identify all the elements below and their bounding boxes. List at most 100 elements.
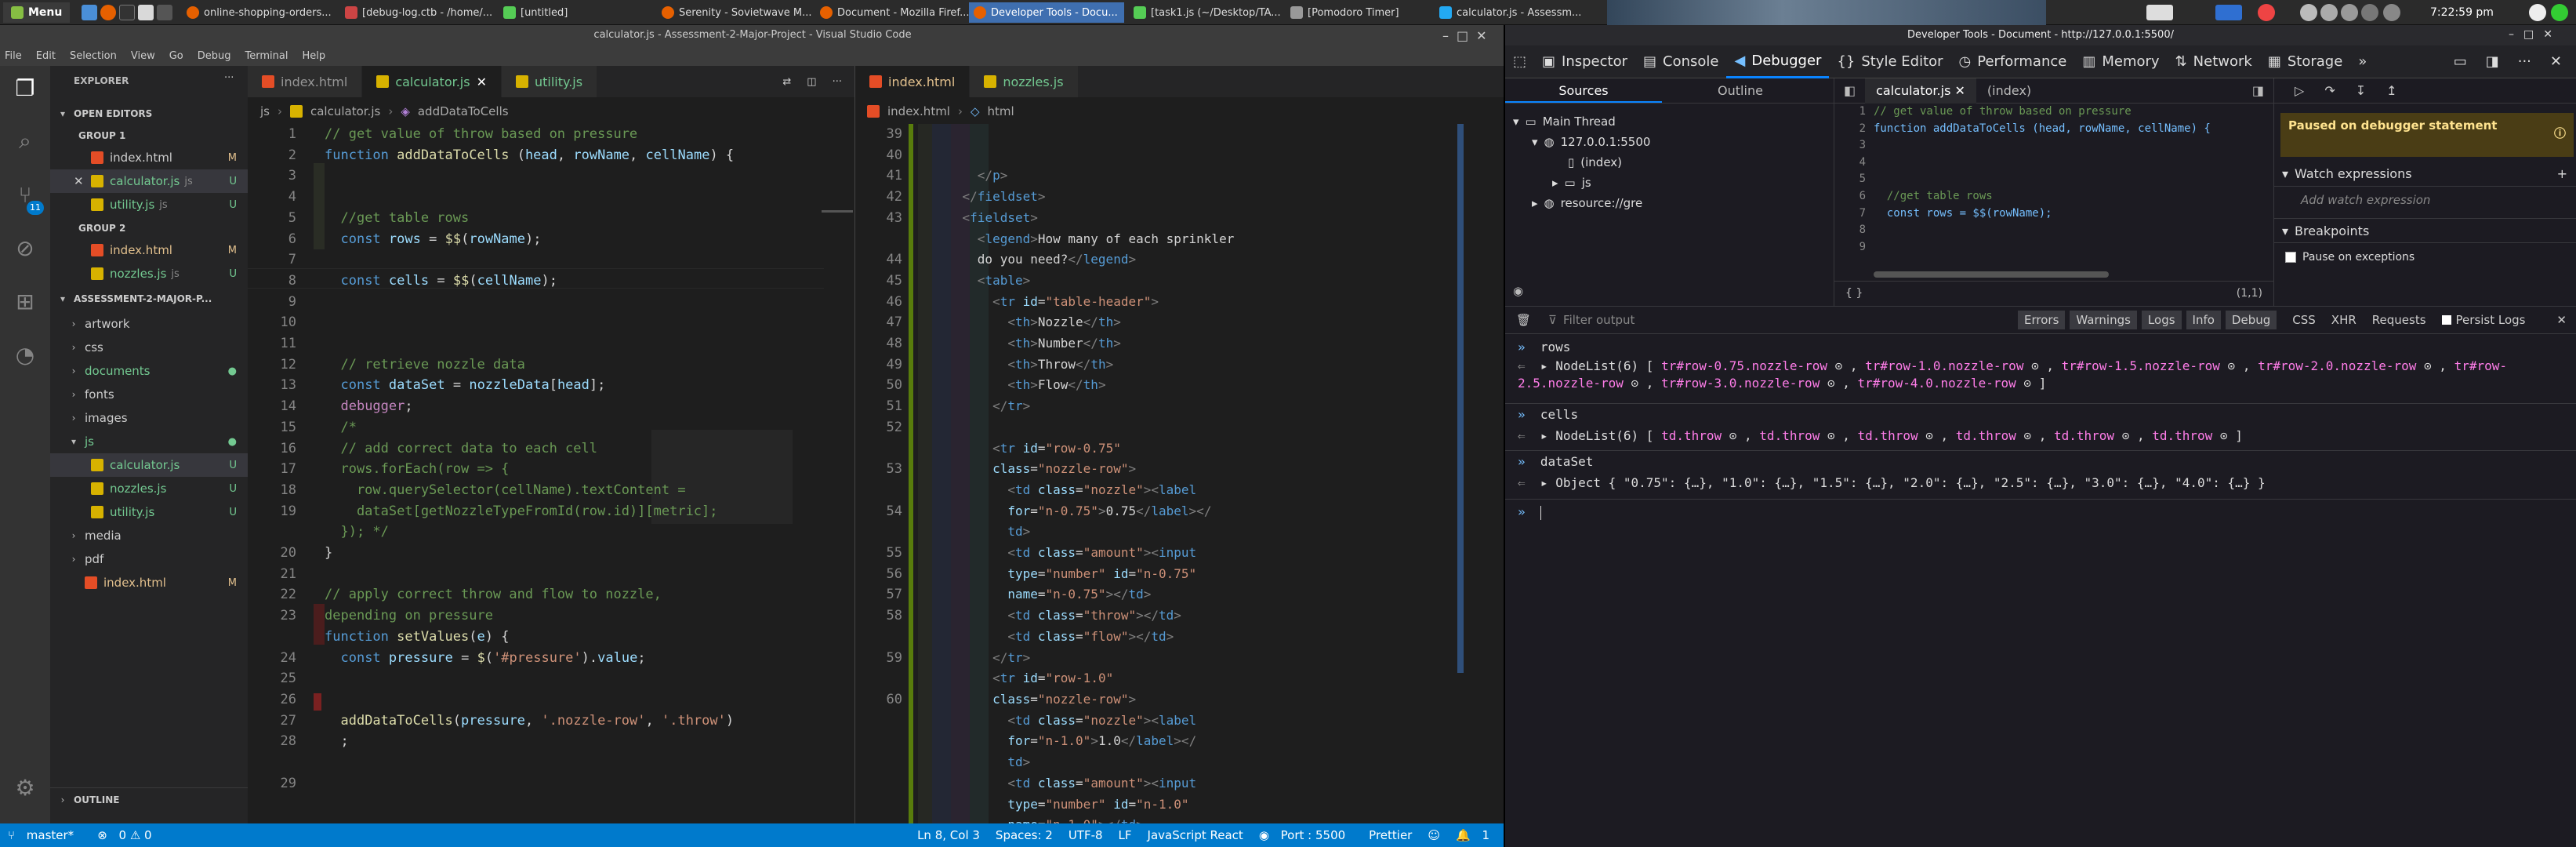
problems-status[interactable]: ⊗ 0 ⚠ 0 (89, 828, 167, 842)
eye-icon[interactable]: ◉ (1513, 284, 1523, 298)
pick-element-button[interactable]: ⬚ (1505, 45, 1534, 78)
filter-info[interactable]: Info (2186, 311, 2221, 329)
open-editor-item[interactable]: nozzles.js js U (50, 262, 248, 285)
filter-xhr[interactable]: XHR (2324, 313, 2364, 327)
tree-file[interactable]: nozzles.js U (50, 477, 248, 500)
node-ref[interactable]: td.throw (1858, 428, 1918, 443)
menu-item-help[interactable]: Help (302, 50, 325, 62)
open-changes-icon[interactable]: ⇄ (782, 76, 791, 88)
filter-output-input[interactable]: Filter output (1563, 313, 2018, 327)
trash-icon[interactable]: 🗑 (1505, 313, 1542, 327)
close-icon[interactable]: ✕ (477, 75, 487, 89)
taskbar-window-9[interactable]: calculator.js - Assessm... (1435, 2, 1591, 23)
maximize-icon[interactable]: □ (1457, 28, 1468, 43)
tree-js-folder[interactable]: ▸ ▭ js (1552, 176, 1591, 190)
pause-on-exceptions-option[interactable]: Pause on exceptions (2285, 251, 2415, 264)
close-icon[interactable]: ✕ (74, 174, 84, 188)
horizontal-scrollbar[interactable] (1874, 271, 2109, 278)
tree-file[interactable]: utility.js U (50, 500, 248, 524)
tab-utility-js[interactable]: utility.js (502, 66, 598, 97)
battery-icon[interactable] (2341, 4, 2358, 21)
encoding-status[interactable]: UTF-8 (1061, 828, 1111, 842)
tree-resource[interactable]: ▸ ◍ resource://gre (1532, 196, 1642, 210)
minimap-slider[interactable] (822, 210, 853, 213)
menu-item-go[interactable]: Go (169, 50, 183, 62)
filter-debug[interactable]: Debug (2225, 311, 2277, 329)
step-out-icon[interactable]: ↥ (2386, 83, 2396, 98)
workspace-active-icon[interactable] (2215, 5, 2242, 20)
info-icon[interactable]: ⓘ (2554, 125, 2566, 141)
firefox-icon[interactable] (100, 5, 116, 20)
node-ref[interactable]: tr#row-0.75.nozzle-row (1661, 358, 1827, 373)
explorer-icon[interactable]: ❐ (11, 74, 39, 102)
tree-folder[interactable]: › media (50, 524, 248, 547)
close-icon[interactable]: ✕ (1476, 28, 1486, 43)
menu-item-file[interactable]: File (5, 50, 22, 62)
minimap[interactable] (824, 124, 854, 823)
minimize-icon[interactable]: – (1442, 28, 1449, 43)
minimize-icon[interactable]: – (2509, 28, 2514, 41)
console-prompt[interactable]: » (1505, 499, 2576, 524)
user-icon[interactable] (2529, 4, 2546, 21)
tree-folder[interactable]: › images (50, 406, 248, 430)
pretty-print-icon[interactable]: { } (1845, 287, 1863, 300)
close-icon[interactable]: ✕ (2543, 28, 2552, 41)
taskbar-window-8[interactable]: [Pomodoro Timer] (1286, 2, 1427, 23)
taskbar-window-1[interactable]: online-shopping-orders... (182, 2, 339, 23)
breadcrumb-item[interactable]: html (988, 104, 1014, 118)
eol-status[interactable]: LF (1111, 828, 1140, 842)
menu-item-debug[interactable]: Debug (198, 50, 231, 62)
debug-icon[interactable]: ⊘ (11, 234, 39, 262)
tree-folder[interactable]: › css (50, 336, 248, 359)
show-desktop-icon[interactable] (157, 5, 172, 20)
tab-calculator-js[interactable]: calculator.js ✕ (362, 66, 502, 97)
filter-errors[interactable]: Errors (2018, 311, 2066, 329)
step-over-icon[interactable]: ↷ (2324, 83, 2335, 98)
clock[interactable]: 7:22:59 pm (2430, 6, 2494, 19)
workspace-icon[interactable] (2146, 5, 2173, 20)
tab-debugger[interactable]: ◀ Debugger (1726, 45, 1830, 78)
persist-logs-option[interactable]: Persist Logs (2434, 313, 2534, 327)
node-ref[interactable]: tr#row-4.0.nozzle-row (1858, 376, 2016, 391)
node-ref[interactable]: tr#row-1.0.nozzle-row (1865, 358, 2023, 373)
breadcrumb-item[interactable]: js (260, 104, 270, 118)
chrome-icon[interactable] (2551, 4, 2568, 21)
search-icon[interactable]: ⌕ (11, 127, 39, 155)
responsive-mode-icon[interactable]: ▭ (2454, 53, 2467, 70)
checkbox-icon[interactable] (2441, 315, 2451, 325)
more-actions-icon[interactable]: ··· (833, 76, 842, 88)
taskbar-window-2[interactable]: [debug-log.ctb - /home/... (340, 2, 497, 23)
tree-index[interactable]: ▯ (index) (1568, 155, 1622, 169)
bluetooth-icon[interactable] (2361, 4, 2378, 21)
code-editor-2[interactable]: 39 40 41 42 43 44 45 46 47 48 49 50 51 5… (855, 124, 1505, 823)
checkbox-icon[interactable] (2285, 252, 2296, 263)
dock-icon[interactable]: ◨ (2486, 53, 2499, 70)
node-ref[interactable]: td.throw (1661, 428, 1722, 443)
menu-item-selection[interactable]: Selection (70, 50, 117, 62)
breadcrumb-item[interactable]: index.html (887, 104, 950, 118)
open-editors-header[interactable]: ▾ OPEN EDITORS (50, 102, 248, 125)
start-menu-button[interactable]: Menu (3, 2, 71, 23)
network-icon[interactable] (2300, 4, 2317, 21)
open-editor-item[interactable]: index.html M (50, 146, 248, 169)
maximize-icon[interactable]: □ (2523, 28, 2534, 41)
taskbar-window-3[interactable]: [untitled] (499, 2, 608, 23)
filter-requests[interactable]: Requests (2364, 313, 2434, 327)
menu-item-edit[interactable]: Edit (36, 50, 56, 62)
node-ref[interactable]: tr#row-2.0.nozzle-row (2258, 358, 2416, 373)
node-ref[interactable]: td.throw (1759, 428, 1820, 443)
tab-storage[interactable]: ▦ Storage (2260, 45, 2350, 78)
tab-style-editor[interactable]: {} Style Editor (1829, 45, 1950, 78)
extensions-icon[interactable]: ⊞ (11, 287, 39, 315)
tab-sources[interactable]: Sources (1505, 78, 1662, 103)
tree-file[interactable]: index.html M (50, 571, 248, 594)
project-folder-header[interactable]: ▾ ASSESSMENT-2-MAJOR-P... (50, 287, 248, 311)
tree-main-thread[interactable]: ▾ ▭ Main Thread (1513, 115, 1616, 129)
more-tools-button[interactable]: » (2350, 45, 2375, 78)
more-actions-icon[interactable]: ··· (224, 72, 234, 84)
tree-folder[interactable]: › fonts (50, 383, 248, 406)
tab-outline[interactable]: Outline (1662, 78, 1819, 103)
remote-icon[interactable]: ◔ (11, 340, 39, 369)
tree-folder[interactable]: › pdf (50, 547, 248, 571)
minimap[interactable] (1467, 124, 1498, 823)
